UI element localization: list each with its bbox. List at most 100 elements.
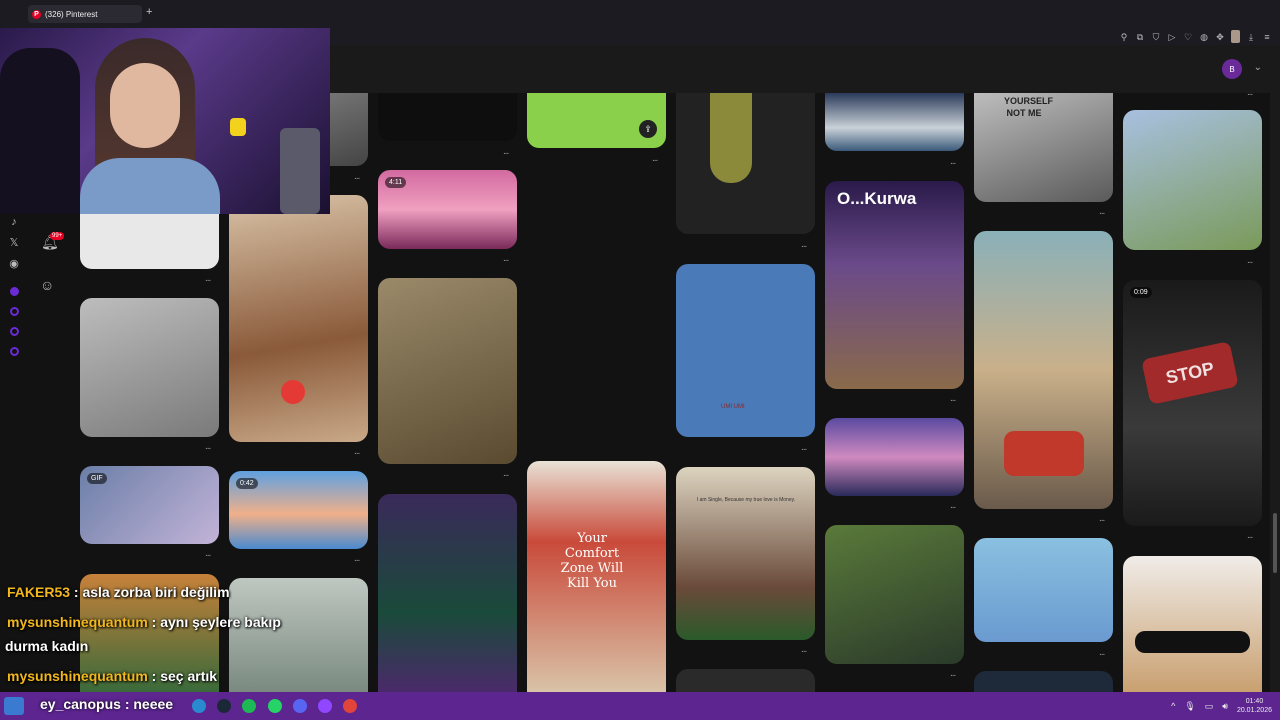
pin-column5-bottom[interactable] [676,669,815,692]
more-icon[interactable]: ... [1099,206,1105,217]
puzzle-icon[interactable]: ✥ [1215,32,1225,42]
chevron-down-icon[interactable]: ⌄ [1254,62,1262,73]
more-icon[interactable]: ... [1247,530,1253,541]
messages-icon[interactable]: ☺ [40,277,54,293]
pin-ferrari-street[interactable] [974,231,1113,509]
more-icon[interactable]: ... [503,253,509,264]
heart-icon[interactable]: ♡ [1183,32,1193,42]
whatsapp-icon[interactable] [268,699,282,713]
profile-icon[interactable] [1231,30,1240,43]
pin-character-yellow[interactable] [676,93,815,234]
more-icon[interactable]: ... [801,442,807,453]
pin-island-house[interactable]: 0:42 [229,471,368,549]
pinterest-header: B ⌄ [330,45,1280,93]
pin-room-gif[interactable]: GIF [80,466,219,544]
x-icon[interactable]: 𝕏 [7,236,21,249]
more-icon[interactable]: ... [354,446,360,457]
menu-icon[interactable]: ≡ [1262,32,1272,42]
clock[interactable]: 01:40 20.01.2026 [1237,697,1272,715]
more-icon[interactable]: ... [950,500,956,511]
discord-icon[interactable] [293,699,307,713]
new-tab-button[interactable]: + [146,7,156,18]
more-icon[interactable]: ... [205,273,211,284]
pin-green-game[interactable]: ⇪ [527,93,666,148]
streamer-hoodie [80,158,220,214]
discord-icon[interactable]: ◉ [7,257,21,270]
chat-line: FAKER53 : asla zorba biri değilim [7,584,230,600]
more-icon[interactable]: ... [801,644,807,655]
opera-icon[interactable] [343,699,357,713]
pin-sketch-cat[interactable] [80,214,219,269]
more-icon[interactable]: ... [503,146,509,157]
pin-yourself-not-me[interactable]: YOURSELF NOT ME [974,93,1113,202]
chat-line: durma kadın [5,638,88,654]
more-icon[interactable]: ... [205,548,211,559]
pin-dark-top[interactable] [378,93,517,141]
pin-column7-bottom[interactable] [974,671,1113,692]
pin-pink-motorbike[interactable]: 4:11 [378,170,517,249]
more-icon[interactable]: ... [205,441,211,452]
more-icon[interactable]: ... [652,153,658,164]
steam-icon[interactable] [217,699,231,713]
more-icon[interactable]: ... [503,468,509,479]
pin-husky-fireworks[interactable]: O...Kurwa [825,181,964,389]
download-icon[interactable]: ⤓ [1246,32,1256,42]
pin-boy-cube[interactable]: UMI UMI [676,264,815,437]
more-icon[interactable]: ... [1247,255,1253,266]
more-icon[interactable]: ... [354,553,360,564]
account-avatar[interactable]: B [1222,59,1242,79]
pin-great-wave[interactable] [825,93,964,151]
scroll-thumb[interactable] [1273,513,1277,573]
clock-icon[interactable] [10,307,19,316]
video-duration-badge: 0:09 [1130,287,1152,298]
crop-icon[interactable]: ⧉ [1135,32,1145,42]
more-icon[interactable]: ... [354,171,360,182]
pin-bart-car[interactable] [974,538,1113,642]
edge-icon[interactable] [192,699,206,713]
shield-icon[interactable]: ⛉ [1151,32,1161,42]
mic-icon[interactable]: 🎙︎ [1184,701,1195,712]
browser-tab[interactable]: P (326) Pinterest [28,5,142,23]
more-icon[interactable]: ... [950,393,956,404]
start-icon[interactable] [4,697,24,715]
pin-christmas-capybara[interactable] [80,298,219,437]
volume-icon[interactable]: 🔊︎ [1222,701,1228,712]
gamepad-icon[interactable]: ◍ [1199,32,1209,42]
more-icon[interactable]: ... [1099,647,1105,658]
more-icon[interactable]: ... [1099,513,1105,524]
more-icon[interactable]: ... [950,668,956,679]
pin-icon[interactable]: ⚲ [1119,32,1129,42]
obs-icon[interactable] [318,699,332,713]
pin-purple-forest[interactable] [378,494,517,692]
pin-kermit-phone[interactable] [825,525,964,664]
pin-caption: I am Single, Because my true love is Mon… [696,497,796,503]
pinterest-favicon-icon: P [32,9,41,19]
pin-stop-sign[interactable]: 0:09 STOP [1123,280,1262,526]
red-car [1004,431,1084,476]
tray-expand-icon[interactable]: ^ [1171,701,1175,711]
tiktok-icon[interactable]: ♪ [7,216,21,228]
pin-hamster-call[interactable] [229,195,368,442]
more-icon[interactable]: ... [801,239,807,250]
play-icon[interactable]: ▷ [1167,32,1177,42]
pin-bender[interactable] [1123,110,1262,250]
chat-line: ey_canopus : neeee [40,696,173,712]
spotify-icon[interactable] [242,699,256,713]
scrollbar[interactable] [1270,93,1280,692]
clock-date: 20.01.2026 [1236,707,1272,714]
pin-smoking-dog[interactable] [378,278,517,464]
pin-neon-city[interactable] [825,418,964,496]
pin-comfort-zone[interactable]: Your Comfort Zone Will Kill You [527,461,666,692]
pin-caption: STOP [1141,341,1239,405]
bookmark-icon[interactable] [10,327,19,336]
video-duration-badge: 0:42 [236,478,258,489]
twitch-icon[interactable] [10,287,19,296]
system-tray: ^ 🎙︎ ▭ 🔊︎ 01:40 20.01.2026 [1171,692,1272,720]
settings-icon[interactable] [10,347,19,356]
share-icon[interactable]: ⇪ [639,120,657,138]
more-icon[interactable]: ... [1247,87,1253,98]
pin-tom-money[interactable]: I am Single, Because my true love is Mon… [676,467,815,640]
pin-cat-sunglasses[interactable] [1123,556,1262,692]
network-icon[interactable]: ▭ [1205,701,1214,712]
more-icon[interactable]: ... [950,156,956,167]
